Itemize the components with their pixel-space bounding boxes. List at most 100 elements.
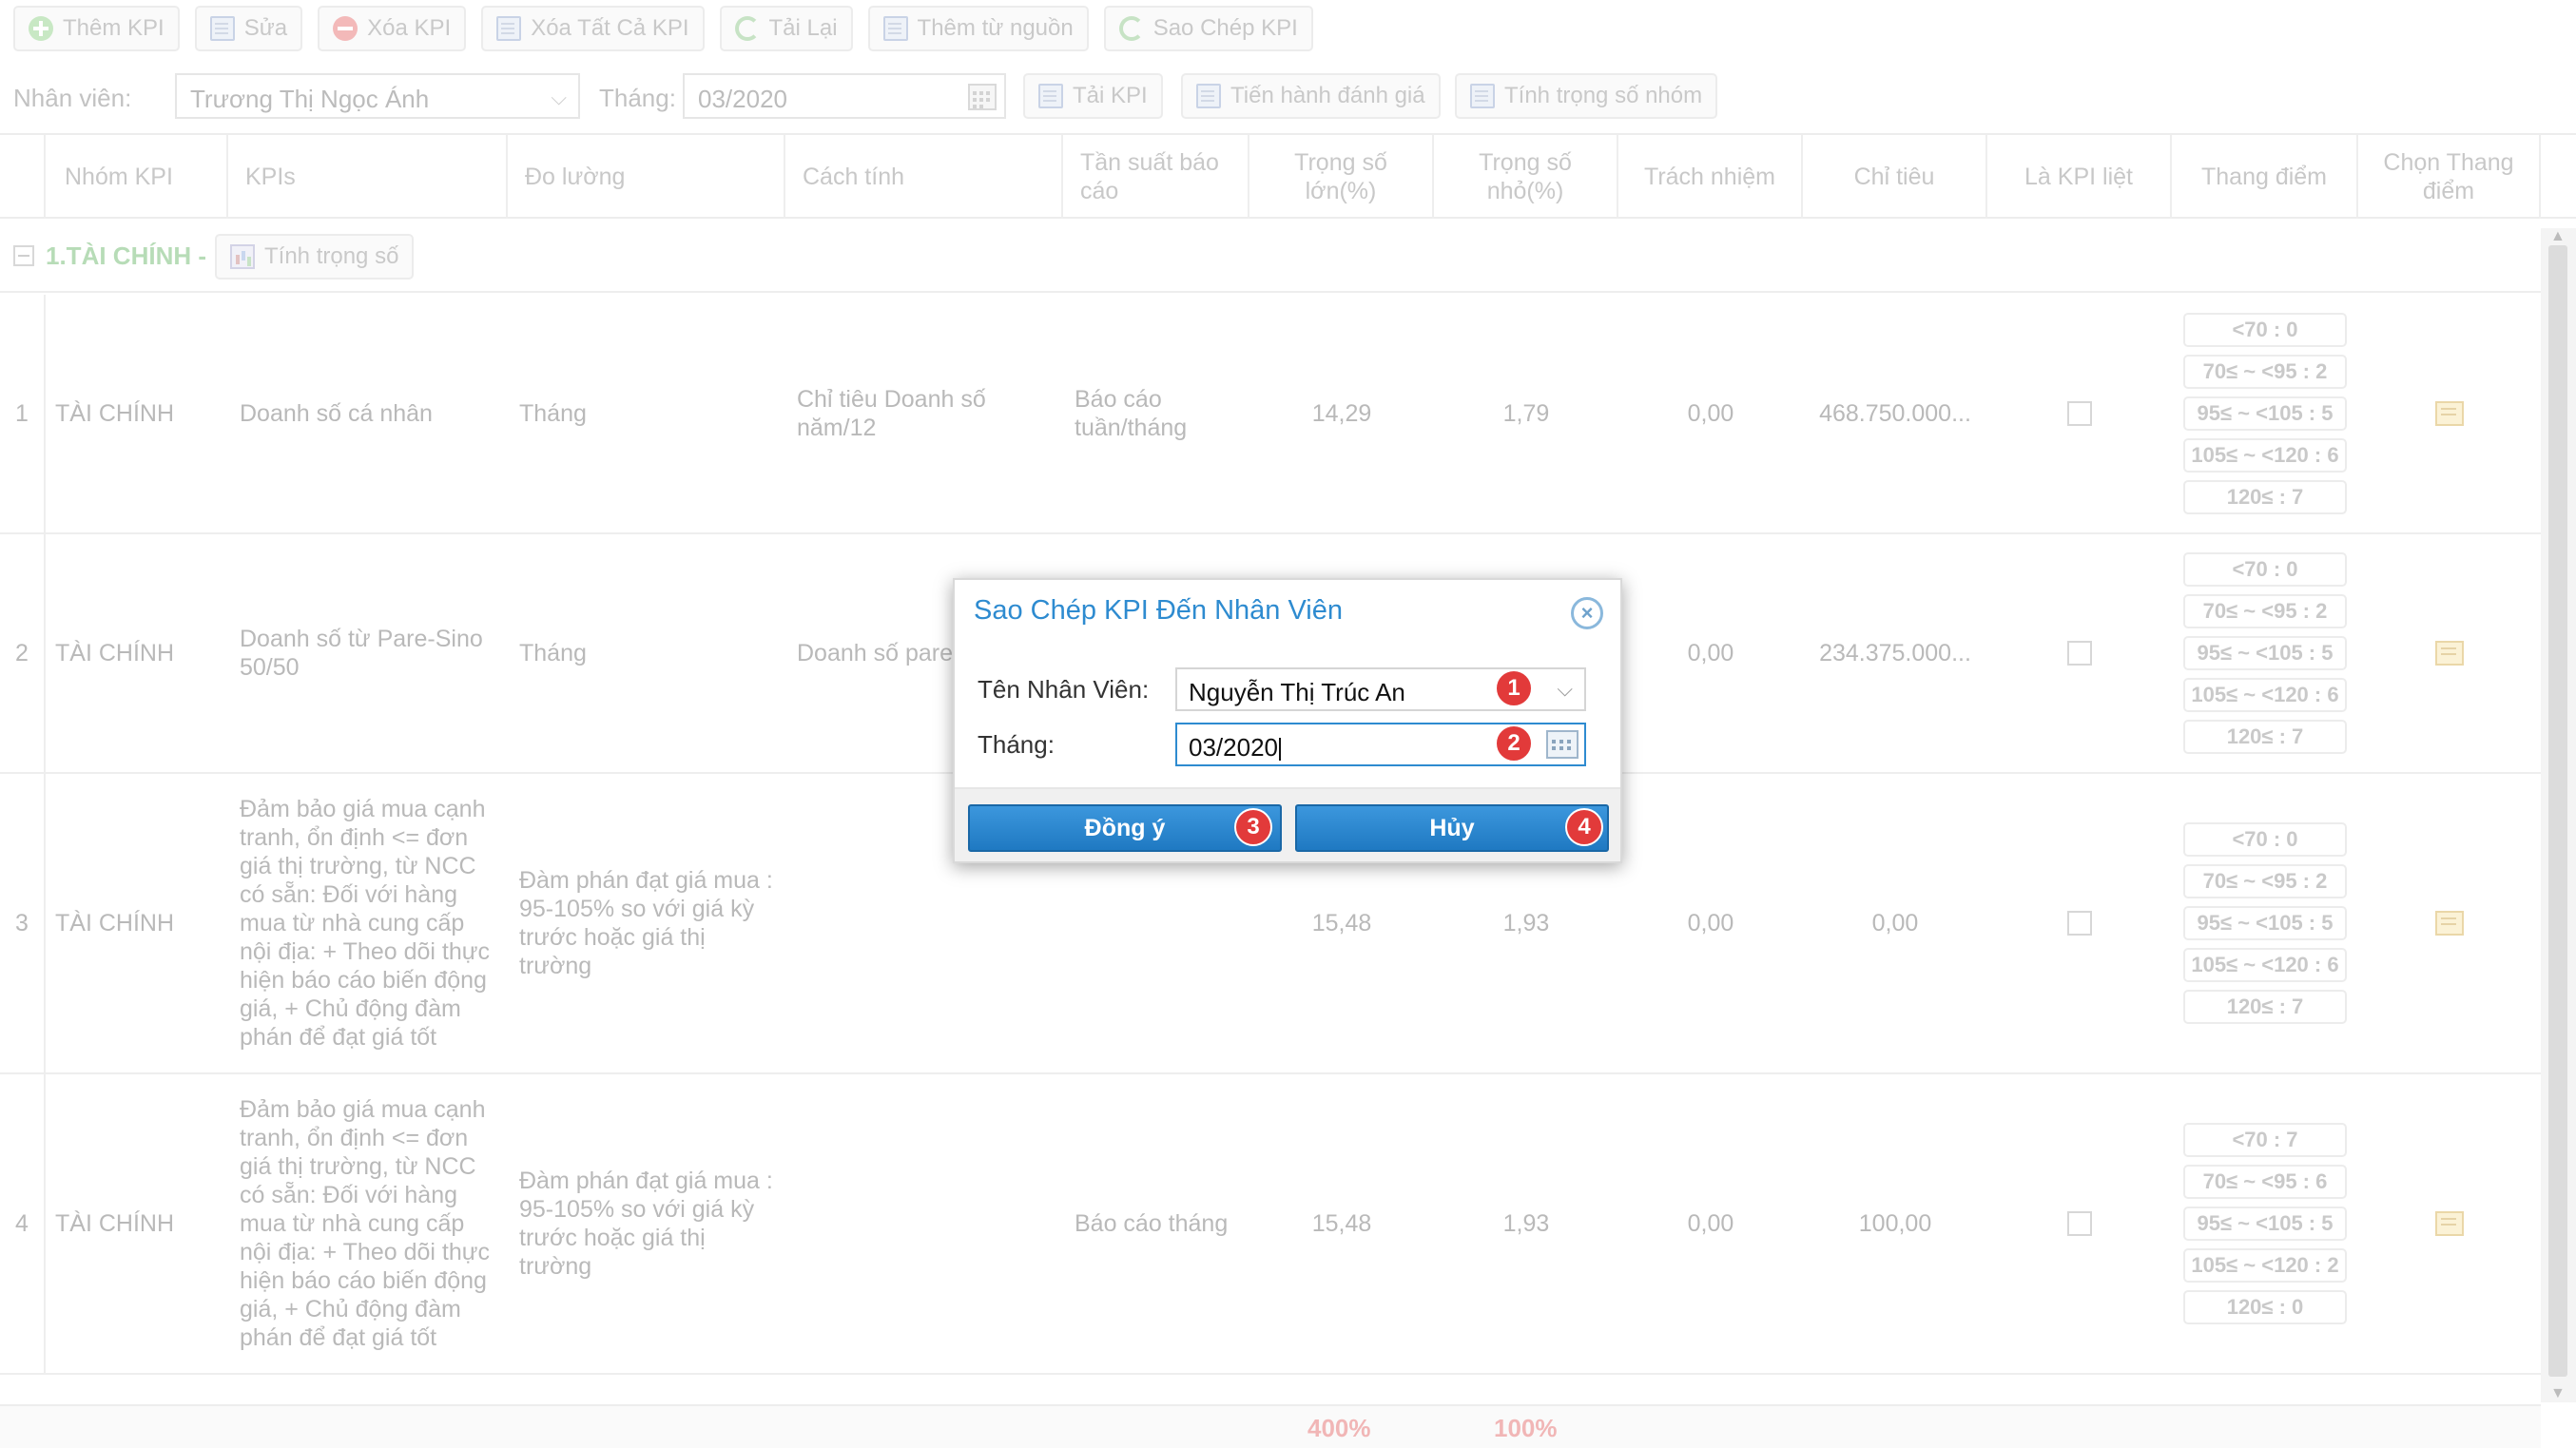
cell-kpi: Doanh số cá nhân bbox=[240, 400, 433, 427]
load-kpi-button[interactable]: Tải KPI bbox=[1023, 73, 1163, 119]
critical-checkbox[interactable] bbox=[2067, 401, 2092, 426]
calendar-icon[interactable] bbox=[1546, 730, 1579, 759]
document-add-icon bbox=[882, 16, 908, 41]
scale-list: <70 : 0 70≤ ~ <95 : 2 95≤ ~ <105 : 5 105… bbox=[2183, 534, 2347, 772]
scale-pill: 105≤ ~ <120 : 2 bbox=[2183, 1248, 2347, 1283]
cell-responsibility: 0,00 bbox=[1687, 640, 1734, 666]
header-kpi-group[interactable]: Nhóm KPI bbox=[46, 135, 228, 219]
cell-is-critical bbox=[1987, 295, 2172, 532]
header-target[interactable]: Chỉ tiêu bbox=[1803, 135, 1987, 219]
cancel-button[interactable]: Hủy bbox=[1295, 804, 1609, 852]
cell-group: TÀI CHÍNH bbox=[55, 400, 174, 427]
evaluate-icon bbox=[1196, 84, 1221, 108]
employee-select[interactable]: Trương Thị Ngọc Ánh ⌵ bbox=[175, 73, 580, 119]
cell-target: 0,00 bbox=[1871, 910, 1919, 936]
scale-pill: <70 : 0 bbox=[2183, 552, 2347, 587]
delete-icon bbox=[333, 16, 358, 41]
cell-group: TÀI CHÍNH bbox=[55, 640, 174, 666]
cell-weight-big: 15,48 bbox=[1311, 1210, 1372, 1237]
edit-button[interactable]: Sửa bbox=[194, 6, 303, 51]
month-input-value: 03/2020 bbox=[698, 85, 787, 113]
scale-pill: 70≤ ~ <95 : 6 bbox=[2183, 1165, 2347, 1199]
header-is-critical[interactable]: Là KPI liệt bbox=[1987, 135, 2172, 219]
table-row[interactable]: 4 TÀI CHÍNH Đảm bảo giá mua cạnh tranh, … bbox=[0, 1074, 2541, 1375]
cell-responsibility: 0,00 bbox=[1687, 400, 1734, 427]
scale-pill: 95≤ ~ <105 : 5 bbox=[2183, 396, 2347, 431]
scale-pill: 95≤ ~ <105 : 5 bbox=[2183, 906, 2347, 940]
delete-all-kpi-button[interactable]: Xóa Tất Cả KPI bbox=[481, 6, 705, 51]
critical-checkbox[interactable] bbox=[2067, 1211, 2092, 1236]
weight-icon bbox=[1470, 84, 1495, 108]
employee-select-value: Trương Thị Ngọc Ánh bbox=[190, 85, 430, 113]
scale-pill: 120≤ : 0 bbox=[2183, 1290, 2347, 1324]
total-weight-big: 400% bbox=[1307, 1414, 1371, 1442]
add-kpi-button[interactable]: Thêm KPI bbox=[13, 6, 180, 51]
header-frequency[interactable]: Tần suất báo cáo bbox=[1063, 135, 1249, 219]
month-input[interactable]: 03/2020 bbox=[683, 73, 1006, 119]
scale-pill: 70≤ ~ <95 : 2 bbox=[2183, 355, 2347, 389]
collapse-icon[interactable] bbox=[13, 245, 34, 266]
header-rownum bbox=[0, 135, 46, 219]
employee-name-value: Nguyễn Thị Trúc An bbox=[1189, 678, 1405, 706]
critical-checkbox[interactable] bbox=[2067, 911, 2092, 936]
step-badge-1: 1 bbox=[1495, 669, 1533, 707]
header-weight-small[interactable]: Trọng số nhỏ(%) bbox=[1434, 135, 1618, 219]
table-row[interactable]: 1 TÀI CHÍNH Doanh số cá nhân Tháng Chỉ t… bbox=[0, 295, 2541, 534]
grid-header: Nhóm KPI KPIs Đo lường Cách tính Tần suấ… bbox=[0, 133, 2576, 219]
scroll-up-icon[interactable]: ▲ bbox=[2550, 228, 2566, 245]
cell-weight-small: 1,93 bbox=[1502, 1210, 1550, 1237]
header-responsibility[interactable]: Trách nhiệm bbox=[1618, 135, 1803, 219]
group-weight-calc-button[interactable]: Tính trọng số bbox=[215, 234, 415, 280]
note-icon[interactable] bbox=[2435, 1211, 2464, 1236]
scroll-down-icon[interactable]: ▼ bbox=[2550, 1385, 2566, 1402]
close-icon[interactable]: × bbox=[1571, 597, 1603, 629]
scale-pill: 120≤ : 7 bbox=[2183, 480, 2347, 514]
copy-icon bbox=[1118, 16, 1144, 41]
step-badge-4: 4 bbox=[1565, 808, 1603, 846]
header-weight-big[interactable]: Trọng số lớn(%) bbox=[1249, 135, 1434, 219]
step-badge-3: 3 bbox=[1234, 808, 1272, 846]
cell-choose-scale bbox=[2358, 774, 2541, 1072]
delete-kpi-button[interactable]: Xóa KPI bbox=[318, 6, 467, 51]
header-method[interactable]: Cách tính bbox=[785, 135, 1063, 219]
cell-group: TÀI CHÍNH bbox=[55, 1210, 174, 1237]
group-title: 1.TÀI CHÍNH - bbox=[46, 241, 206, 270]
critical-checkbox[interactable] bbox=[2067, 641, 2092, 666]
evaluate-button[interactable]: Tiến hành đánh giá bbox=[1181, 73, 1441, 119]
chart-icon bbox=[230, 244, 255, 269]
scale-pill: 105≤ ~ <120 : 6 bbox=[2183, 948, 2347, 982]
copy-kpi-dialog: Sao Chép KPI Đến Nhân Viên × Tên Nhân Vi… bbox=[953, 578, 1622, 863]
scale-pill: 95≤ ~ <105 : 5 bbox=[2183, 636, 2347, 670]
note-icon[interactable] bbox=[2435, 911, 2464, 936]
reload-button[interactable]: Tải Lại bbox=[719, 6, 853, 51]
cell-measure: Đàm phán đạt giá mua : 95-105% so với gi… bbox=[519, 1168, 773, 1280]
cell-choose-scale bbox=[2358, 1074, 2541, 1373]
row-number: 4 bbox=[0, 1074, 46, 1373]
header-choose-scale[interactable]: Chọn Thang điểm bbox=[2358, 135, 2541, 219]
calendar-icon[interactable] bbox=[968, 84, 997, 110]
cell-choose-scale bbox=[2358, 534, 2541, 772]
group-row-finance: 1.TÀI CHÍNH - Tính trọng số bbox=[0, 221, 2541, 293]
add-from-source-button[interactable]: Thêm từ nguồn bbox=[867, 6, 1089, 51]
scrollbar-thumb[interactable] bbox=[2548, 245, 2567, 1377]
scale-pill: <70 : 0 bbox=[2183, 313, 2347, 347]
scale-pill: 70≤ ~ <95 : 2 bbox=[2183, 864, 2347, 898]
vertical-scrollbar[interactable]: ▲ ▼ bbox=[2541, 228, 2576, 1402]
cell-target: 100,00 bbox=[1858, 1210, 1932, 1237]
header-scale[interactable]: Thang điểm bbox=[2172, 135, 2358, 219]
scale-list: <70 : 7 70≤ ~ <95 : 6 95≤ ~ <105 : 5 105… bbox=[2183, 1074, 2347, 1373]
row-number: 2 bbox=[0, 534, 46, 772]
plus-icon bbox=[29, 16, 53, 41]
note-icon[interactable] bbox=[2435, 641, 2464, 666]
copy-kpi-button[interactable]: Sao Chép KPI bbox=[1103, 6, 1313, 51]
download-icon bbox=[1038, 84, 1063, 108]
row-number: 3 bbox=[0, 774, 46, 1072]
group-weight-button[interactable]: Tính trọng số nhóm bbox=[1455, 73, 1718, 119]
cell-is-critical bbox=[1987, 534, 2172, 772]
note-icon[interactable] bbox=[2435, 401, 2464, 426]
refresh-icon bbox=[734, 16, 760, 41]
month-date-value: 03/2020 bbox=[1189, 733, 1278, 762]
cell-is-critical bbox=[1987, 774, 2172, 1072]
header-kpis[interactable]: KPIs bbox=[228, 135, 508, 219]
header-measure[interactable]: Đo lường bbox=[508, 135, 785, 219]
